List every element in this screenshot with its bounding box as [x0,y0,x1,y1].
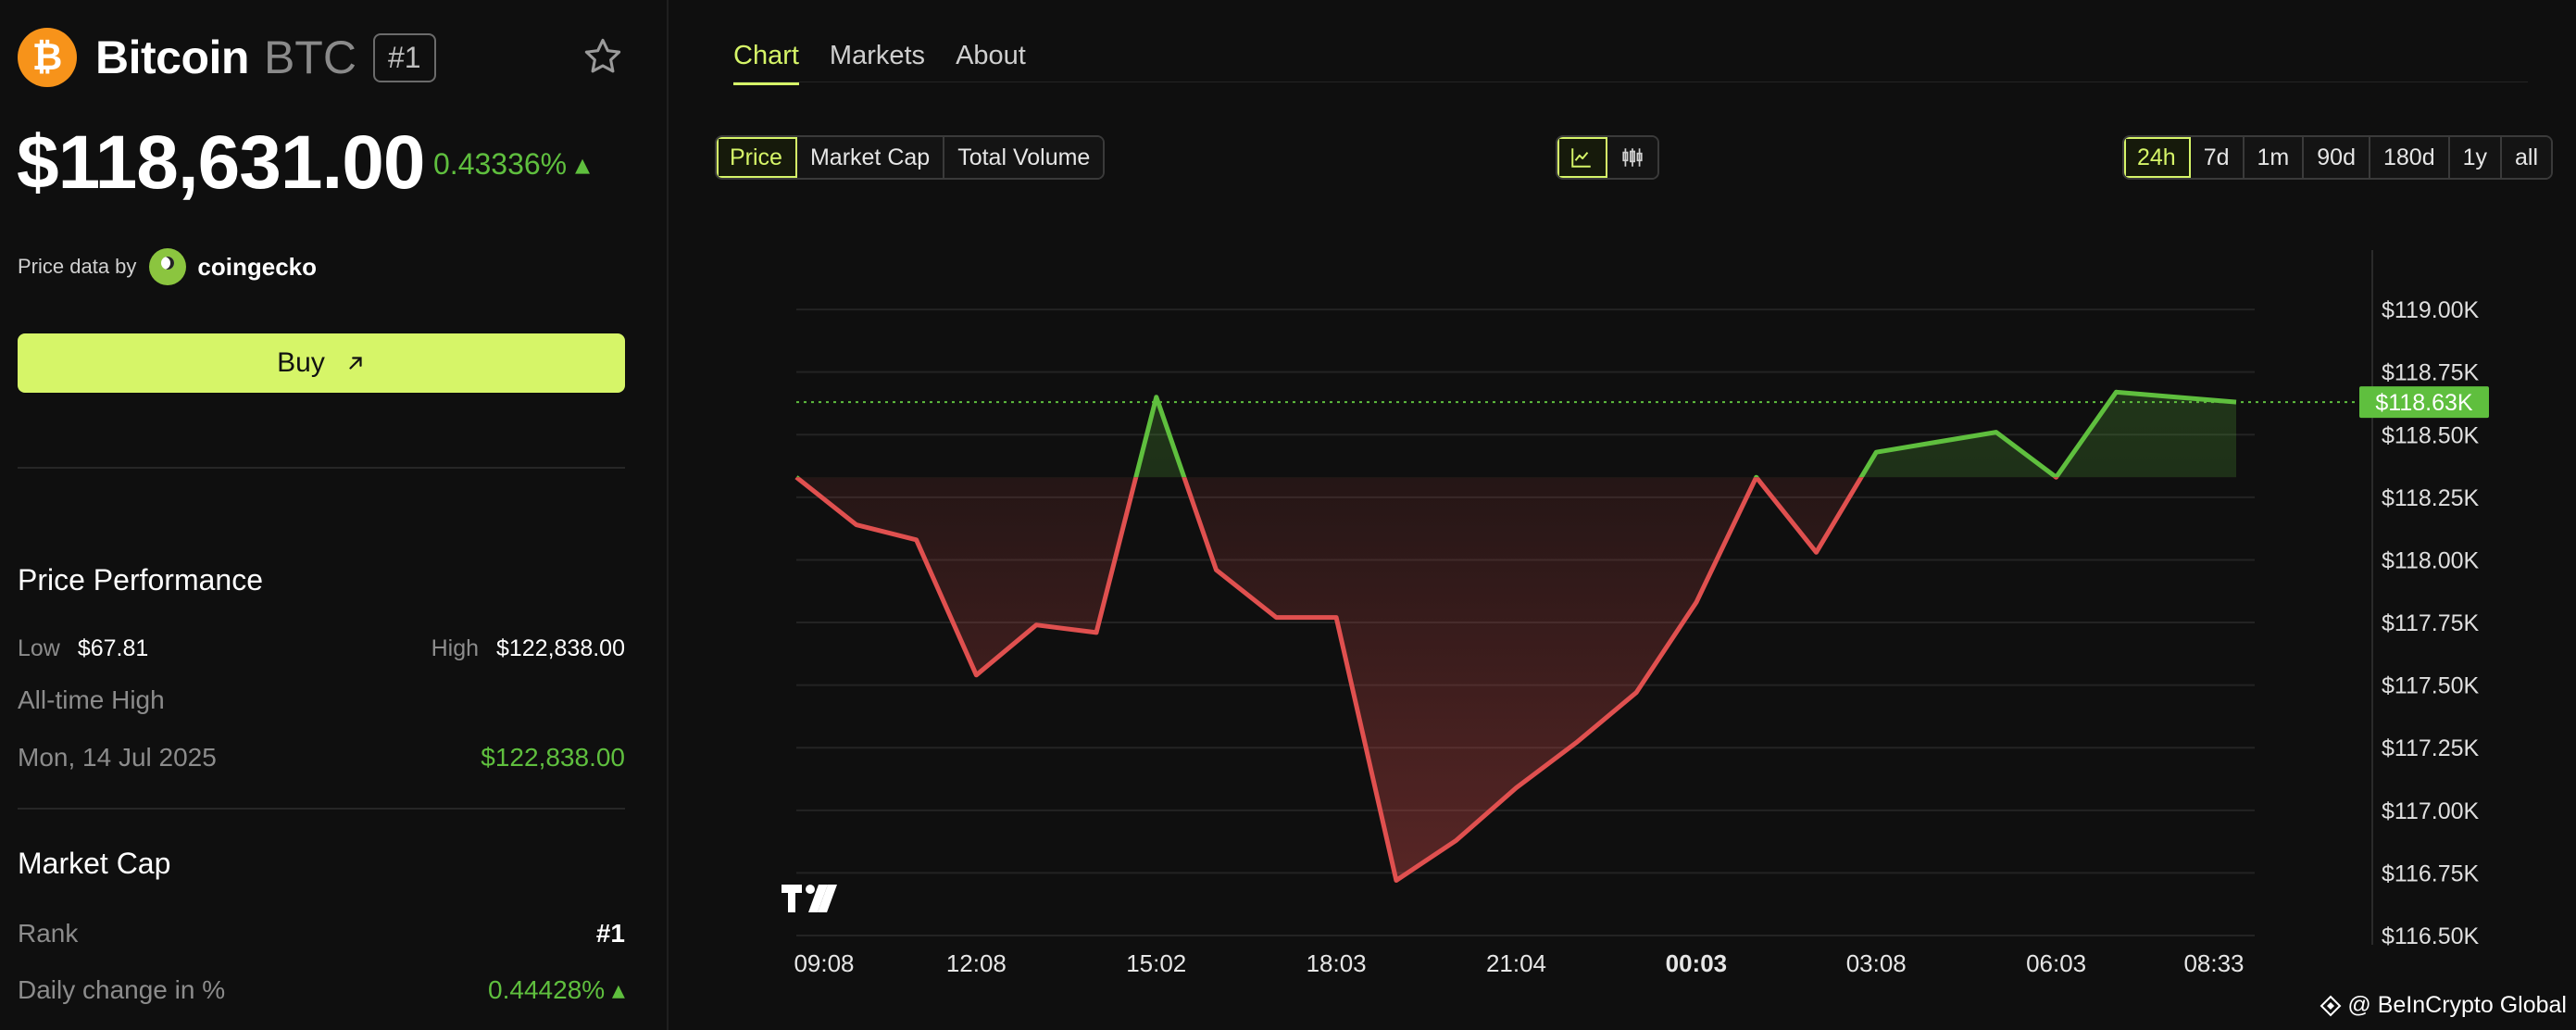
high-value: $122,838.00 [495,635,625,661]
watermark: @ BeInCrypto Global [2320,992,2567,1019]
y-tick-label: $117.75K [2382,610,2480,636]
divider [18,808,625,810]
coin-name: Bitcoin [95,31,249,83]
current-price: $118,631.00 [17,120,425,205]
arrow-up-right-icon [349,357,362,370]
beincrypto-logo-icon [2320,995,2342,1016]
metric-price[interactable]: Price [717,137,797,178]
ath-row: All-time High [18,685,625,715]
ath-label: All-time High [18,685,165,714]
bitcoin-logo-icon: ₿ [18,28,77,87]
line-chart-icon [1571,148,1591,168]
current-price-label: $118.63K [2375,390,2473,416]
daily-change-label: Daily change in % [18,974,226,1004]
logo-part [806,885,815,894]
tradingview-logo-icon [782,885,837,912]
price-change: 0.43336% ▴ [433,147,591,181]
y-tick-label: $117.25K [2382,735,2480,761]
coingecko-logo-icon [149,248,187,285]
buy-button[interactable]: Buy [18,333,625,393]
ath-value: $122,838.00 [481,743,625,772]
y-tick-label: $119.00K [2382,297,2480,323]
x-tick-label: 00:03 [1666,949,1728,977]
y-tick-label: $118.00K [2382,547,2480,573]
buy-label: Buy [277,347,325,378]
tab-markets[interactable]: Markets [830,41,925,85]
rank-label: Rank [18,919,79,948]
divider [18,467,625,469]
chart-type-selector [1556,135,1659,180]
range-90d[interactable]: 90d [2304,137,2370,178]
low-label: Low [18,635,60,661]
line-chart-button[interactable] [1557,137,1607,178]
star-icon[interactable] [581,35,624,78]
ath-date-row: Mon, 14 Jul 2025 $122,838.00 [18,743,625,772]
x-tick-label: 03:08 [1846,949,1907,977]
range-24h[interactable]: 24h [2124,137,2191,178]
rank-value: #1 [595,919,625,948]
price-performance-title: Price Performance [18,563,263,597]
candlestick-button[interactable] [1607,137,1657,178]
metric-market-cap[interactable]: Market Cap [796,137,945,178]
low-high-row: Low $67.81 High $122,838.00 [18,635,625,662]
range-1y[interactable]: 1y [2449,137,2503,178]
x-tick-label: 09:08 [794,949,854,977]
price-attribution: Price data by coingecko [18,248,317,285]
tab-about[interactable]: About [956,41,1026,85]
coin-header: ₿ Bitcoin BTC #1 [18,26,436,89]
high-label: High [431,635,480,661]
price-chart[interactable]: $119.00K $118.75K $118.50K $118.25K $118.00K… [713,241,2576,1030]
range-all[interactable]: all [2502,137,2552,178]
main-tabs: Chart Markets About [733,41,1026,85]
range-180d[interactable]: 180d [2370,137,2450,178]
y-tick-label: $118.75K [2382,360,2480,386]
daily-change-value: 0.44428% ▴ [488,975,625,1004]
y-tick-label: $118.50K [2382,422,2480,448]
attribution-provider[interactable]: coingecko [197,253,317,282]
x-tick-label: 15:02 [1126,949,1186,977]
range-selector: 24h 7d 1m 90d 180d 1y all [2122,135,2554,180]
x-tick-label: 12:08 [946,949,1007,977]
watermark-text: @ BeInCrypto Global [2347,992,2567,1018]
rank-badge: #1 [372,32,436,82]
x-tick-label: 21:04 [1486,949,1546,977]
y-tick-label: $116.75K [2382,860,2480,886]
x-tick-label: 18:03 [1307,949,1367,977]
range-7d[interactable]: 7d [2190,137,2245,178]
tab-chart[interactable]: Chart [733,41,799,85]
coin-sidebar: ₿ Bitcoin BTC #1 $118,631.00 0.43336% ▴ … [0,0,669,1030]
logo-part [782,885,802,912]
y-tick-label: $117.50K [2382,673,2480,699]
x-tick-label: 06:03 [2026,949,2086,977]
candlestick-icon [1622,148,1643,167]
rank-row: Rank #1 [18,919,625,948]
metric-total-volume[interactable]: Total Volume [944,137,1104,178]
metric-selector: Price Market Cap Total Volume [715,135,1106,180]
daily-change-row: Daily change in % 0.44428% ▴ [18,974,625,1005]
ath-date: Mon, 14 Jul 2025 [18,743,217,772]
attribution-label: Price data by [18,255,137,278]
coin-symbol: BTC [263,31,356,83]
x-tick-label: 08:33 [2183,949,2244,977]
y-tick-label: $116.50K [2382,923,2480,949]
y-tick-label: $117.00K [2382,798,2480,824]
y-tick-label: $118.25K [2382,485,2480,511]
low-value: $67.81 [77,635,149,661]
range-1m[interactable]: 1m [2244,137,2305,178]
market-cap-title: Market Cap [18,847,171,880]
